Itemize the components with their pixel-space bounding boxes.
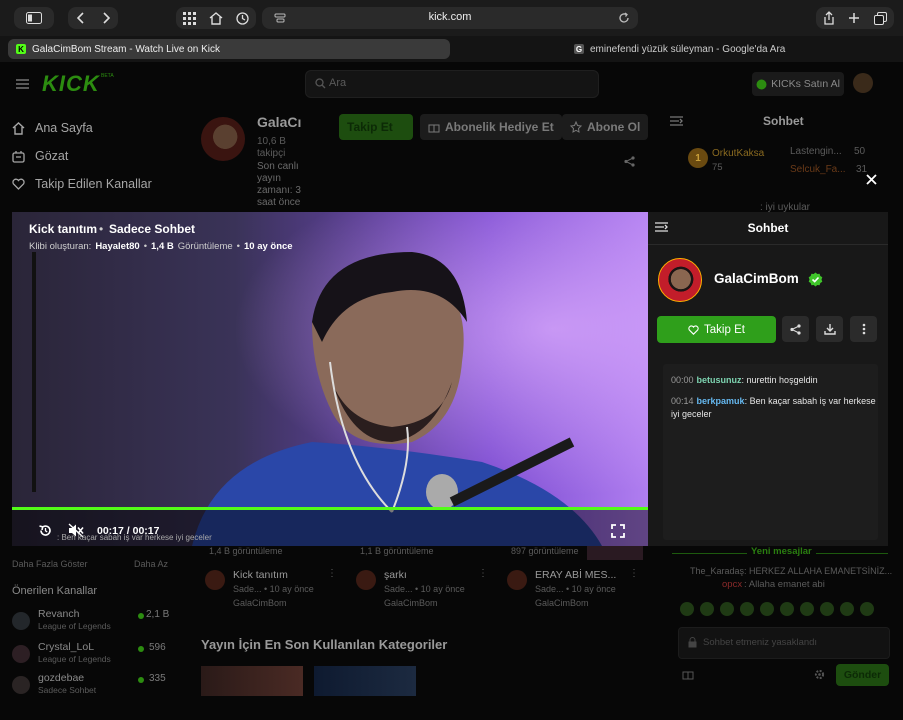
download-icon (823, 324, 836, 335)
creator-label: Klibi oluşturan: (29, 241, 92, 252)
share-icon (790, 323, 801, 335)
divider (648, 244, 888, 245)
follow-button[interactable]: Takip Et (657, 316, 776, 343)
chat-ticker: : Ben kaçar sabah iş var herkese iyi gec… (57, 533, 212, 542)
title-separator: • (99, 222, 104, 236)
clip-category: Sadece Sohbet (109, 222, 196, 236)
message-username[interactable]: berkpamuk (697, 396, 745, 406)
creator-name[interactable]: Hayalet80 (95, 241, 139, 252)
message-text: : nurettin hoşgeldin (741, 375, 818, 385)
clip-meta: Klibi oluşturan: Hayalet80 • 1,4 B Görün… (29, 241, 293, 252)
clip-chat-panel: Sohbet GalaCimBom Takip Et 00:00 betusunu… (648, 212, 888, 546)
message-time: 00:14 (671, 396, 694, 406)
replay-icon[interactable] (38, 523, 53, 538)
clip-player[interactable]: Kick tanıtım • Sadece Sohbet Klibi oluşt… (12, 212, 648, 546)
chat-replay-list: 00:00 betusunuz: nurettin hoşgeldin 00:14… (663, 364, 878, 540)
chat-title: Sohbet (747, 221, 789, 235)
verified-badge-icon (808, 272, 823, 287)
streamer-avatar[interactable] (658, 258, 702, 302)
progress-fill (12, 507, 648, 510)
view-count: 1,4 B (151, 241, 174, 252)
share-button[interactable] (782, 316, 809, 342)
message-time: 00:00 (671, 375, 694, 385)
streamer-name[interactable]: GalaCimBom (714, 271, 799, 286)
chat-message: 00:14 berkpamuk: Ben kaçar sabah iş var h… (671, 395, 876, 421)
view-label: Görüntüleme (177, 241, 233, 252)
clip-modal: Kick tanıtım • Sadece Sohbet Klibi oluşt… (0, 0, 903, 720)
clip-age: 10 ay önce (243, 241, 293, 252)
download-button[interactable] (816, 316, 843, 342)
message-username[interactable]: betusunuz (697, 375, 742, 385)
heart-icon (688, 324, 699, 335)
video-frame (12, 212, 648, 546)
chat-message: 00:00 betusunuz: nurettin hoşgeldin (671, 374, 871, 387)
close-icon[interactable] (866, 174, 877, 185)
more-vertical-icon (862, 323, 865, 335)
progress-track[interactable] (12, 507, 648, 510)
fullscreen-icon[interactable] (611, 524, 625, 538)
follow-label: Takip Et (704, 323, 745, 336)
more-options-button[interactable] (850, 316, 877, 342)
clip-title: Kick tanıtım (29, 222, 98, 236)
